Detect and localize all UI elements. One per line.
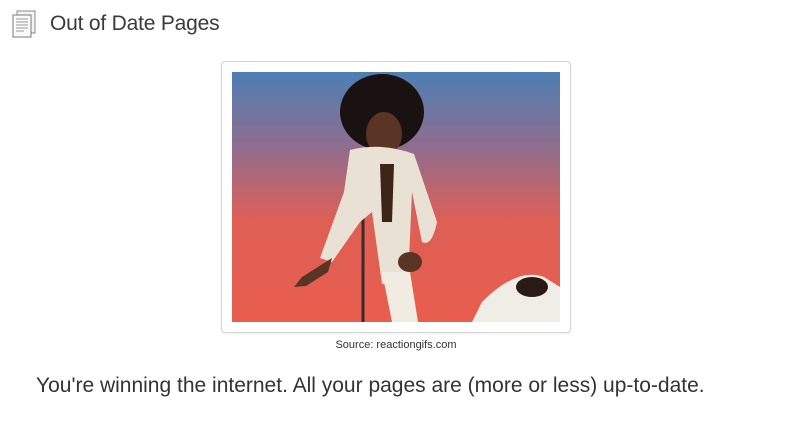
image-caption: Source: reactiongifs.com [335,339,457,351]
reaction-gif [232,72,560,322]
widget-header: Out of Date Pages [10,8,220,40]
image-frame [221,61,571,333]
status-message: You're winning the internet. All your pa… [36,374,705,397]
widget-title: Out of Date Pages [50,12,220,35]
pages-icon [10,9,40,39]
